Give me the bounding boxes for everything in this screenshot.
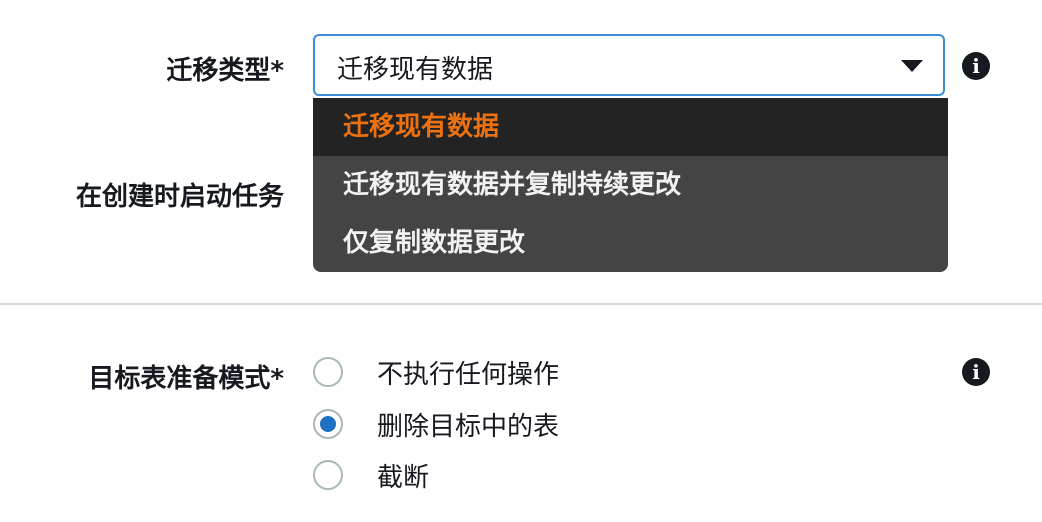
migration-type-option-existing[interactable]: 迁移现有数据 [313, 98, 948, 156]
start-task-label: 在创建时启动任务 [75, 182, 284, 212]
migration-type-option-cdc-only[interactable]: 仅复制数据更改 [313, 214, 948, 272]
info-icon[interactable]: i [962, 52, 990, 80]
section-divider [0, 303, 1042, 305]
radio-button[interactable] [313, 460, 343, 490]
radio-label: 不执行任何操作 [377, 360, 560, 390]
migration-type-select[interactable]: 迁移现有数据 [313, 34, 945, 96]
migration-type-selected-value: 迁移现有数据 [337, 55, 494, 85]
radio-button[interactable] [313, 357, 343, 387]
info-icon[interactable]: i [962, 358, 990, 386]
migration-type-label: 迁移类型* [166, 56, 284, 86]
radio-label: 截断 [377, 463, 430, 493]
target-prep-label: 目标表准备模式* [88, 364, 284, 394]
radio-button-checked[interactable] [313, 409, 343, 439]
migration-type-dropdown-menu: 迁移现有数据 迁移现有数据并复制持续更改 仅复制数据更改 [313, 98, 948, 272]
caret-down-icon[interactable] [901, 60, 923, 72]
radio-label: 删除目标中的表 [377, 412, 560, 442]
migration-type-option-existing-and-cdc[interactable]: 迁移现有数据并复制持续更改 [313, 156, 948, 214]
